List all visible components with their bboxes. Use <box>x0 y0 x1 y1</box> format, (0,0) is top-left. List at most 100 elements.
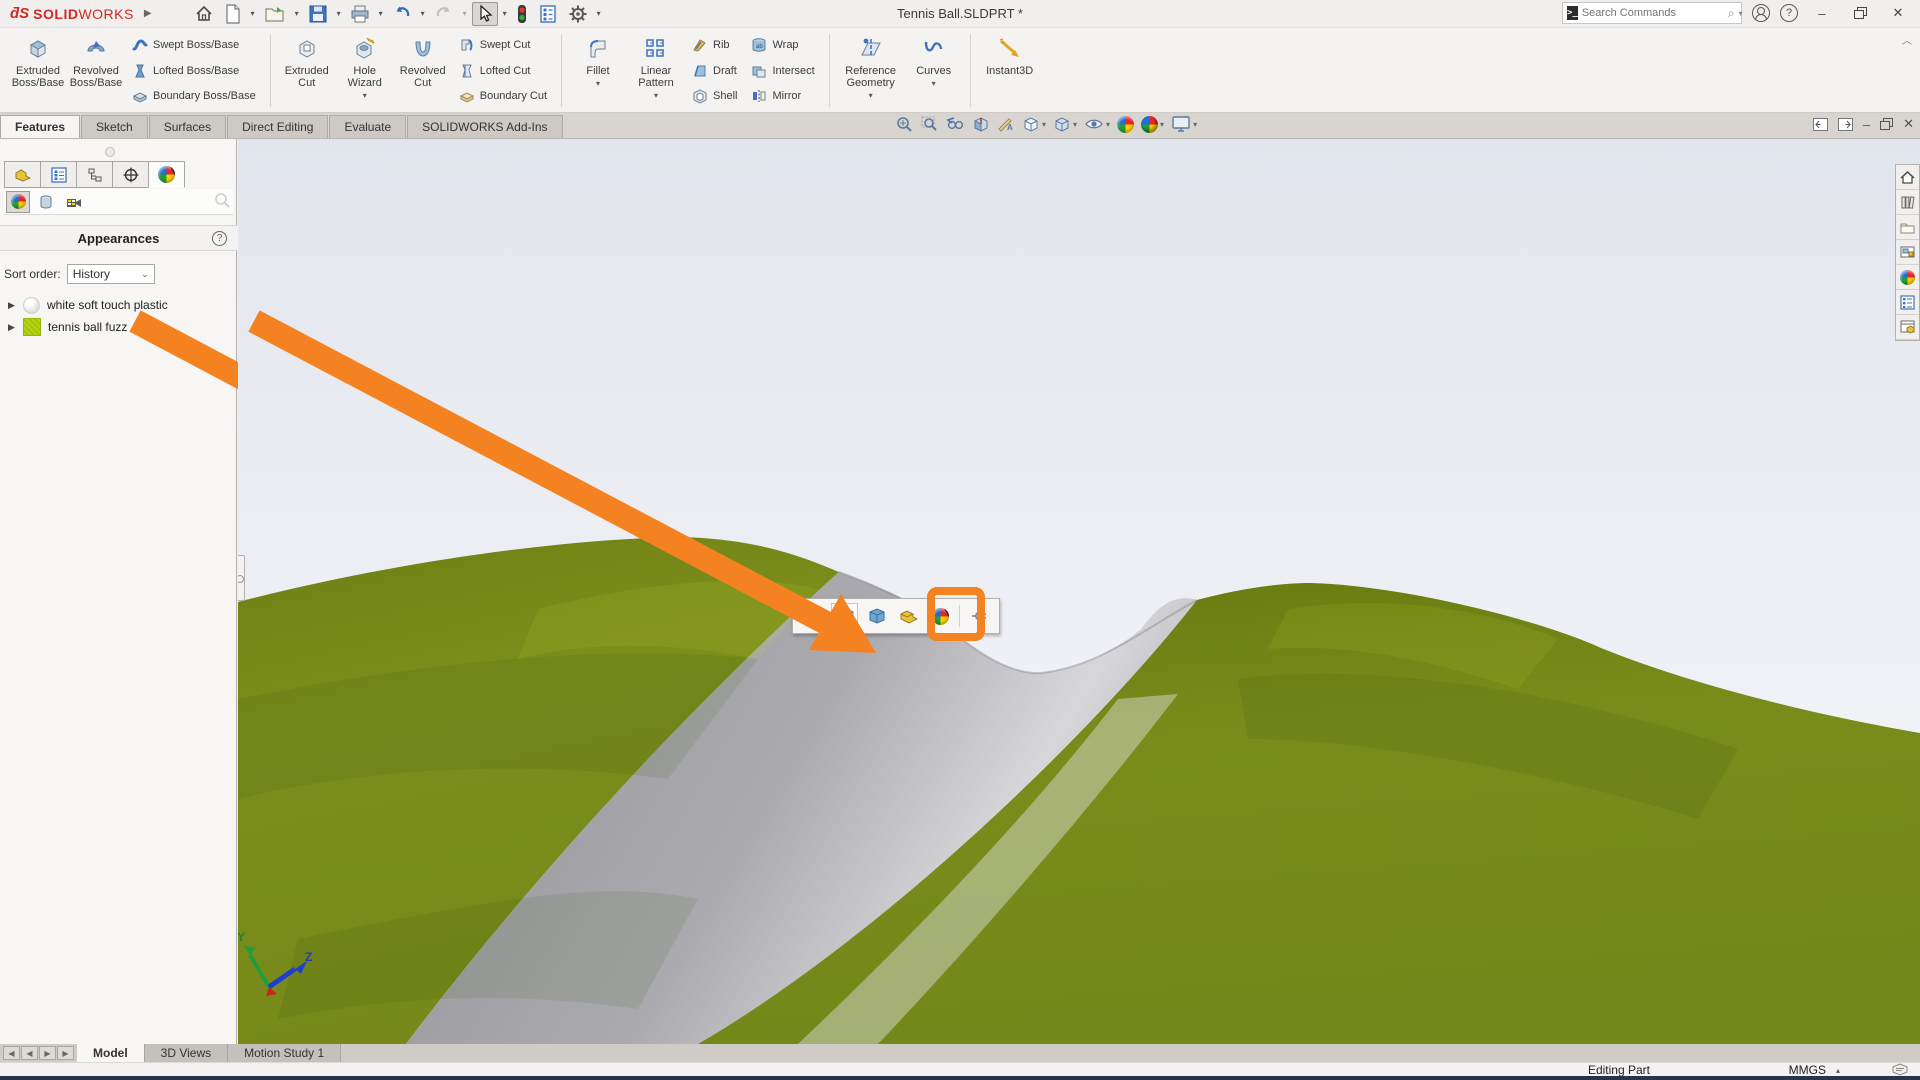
lofted-cut-button[interactable]: Lofted Cut <box>455 61 551 81</box>
options-button[interactable] <box>564 2 592 26</box>
undo-button[interactable] <box>388 2 416 26</box>
expand-arrow-icon[interactable]: ▶ <box>8 300 16 311</box>
hole-wizard-dropdown[interactable]: ▾ <box>363 91 367 100</box>
curves-button[interactable]: Curves ▾ <box>906 31 962 110</box>
solidworks-resources-button[interactable] <box>1896 165 1919 190</box>
instant3d-button[interactable]: Instant3D <box>979 31 1041 110</box>
reference-geometry-button[interactable]: Reference Geometry ▾ <box>838 31 904 110</box>
sort-order-select[interactable]: History ⌄ <box>66 264 155 284</box>
hide-show-dropdown[interactable]: ▾ <box>1106 120 1110 129</box>
apply-scene-dropdown[interactable]: ▾ <box>1160 120 1164 129</box>
rib-button[interactable]: Rib <box>688 35 741 55</box>
restore-button[interactable] <box>1846 3 1874 23</box>
first-tab-button[interactable]: ◀ <box>3 1046 20 1060</box>
apply-to-feature-button[interactable] <box>831 602 858 630</box>
tab-surfaces[interactable]: Surfaces <box>148 115 227 138</box>
tab-3d-views[interactable]: 3D Views <box>144 1044 229 1062</box>
collapse-ribbon-icon[interactable]: ︿ <box>1902 32 1912 47</box>
mirror-button[interactable]: Mirror <box>747 86 818 106</box>
pane-right-icon[interactable] <box>1837 117 1853 131</box>
view-settings-dropdown[interactable]: ▾ <box>1193 120 1197 129</box>
print-dropdown[interactable]: ▾ <box>376 9 386 18</box>
account-icon[interactable] <box>1752 4 1770 22</box>
tab-features[interactable]: Features <box>0 115 81 138</box>
tab-model[interactable]: Model <box>77 1044 145 1062</box>
search-scope-icon[interactable]: >_ <box>1567 6 1578 20</box>
search-icon[interactable]: ⌕ <box>1728 6 1735 21</box>
close-button[interactable]: ✕ <box>1884 3 1912 23</box>
pin-toolbar-button[interactable] <box>965 603 992 630</box>
search-commands-input[interactable] <box>1581 7 1724 19</box>
hide-show-items-button[interactable]: ▾ <box>1084 115 1110 133</box>
print-button[interactable] <box>346 2 374 26</box>
swept-boss-base-button[interactable]: Swept Boss/Base <box>128 35 260 55</box>
swept-cut-button[interactable]: Swept Cut <box>455 35 551 55</box>
edit-appearance-context-button[interactable] <box>927 603 954 630</box>
panel-help-icon[interactable]: ? <box>212 230 227 246</box>
fillet-dropdown[interactable]: ▾ <box>596 79 600 88</box>
view-orientation-dropdown[interactable]: ▾ <box>1042 120 1046 129</box>
tab-display-manager[interactable] <box>148 161 185 188</box>
draft-button[interactable]: Draft <box>688 61 741 81</box>
next-tab-button[interactable]: ▶ <box>39 1046 56 1060</box>
intersect-button[interactable]: Intersect <box>747 61 818 81</box>
appearances-scenes-button[interactable] <box>1896 265 1919 290</box>
units-selector[interactable]: MMGS ▴ <box>1789 1063 1840 1077</box>
tab-sketch[interactable]: Sketch <box>81 115 148 138</box>
status-light-button[interactable] <box>512 2 532 26</box>
view-decals-button[interactable] <box>34 191 58 213</box>
home-button[interactable] <box>190 2 218 26</box>
revolved-cut-button[interactable]: Revolved Cut <box>395 31 451 110</box>
select-tool-button[interactable] <box>471 1 498 26</box>
options-dropdown[interactable]: ▾ <box>594 9 604 18</box>
edit-appearance-button[interactable] <box>1117 115 1135 133</box>
apply-to-body-button[interactable] <box>863 603 890 630</box>
list-item-tennis-ball-fuzz[interactable]: ▶ tennis ball fuzz <box>0 316 237 338</box>
hole-wizard-button[interactable]: Hole Wizard ▾ <box>337 31 393 110</box>
tab-evaluate[interactable]: Evaluate <box>329 115 407 138</box>
prev-tab-button[interactable]: ◀ <box>21 1046 38 1060</box>
view-scene-lights-button[interactable] <box>62 191 86 213</box>
list-item-white-soft-touch-plastic[interactable]: ▶ white soft touch plastic <box>0 294 237 316</box>
new-document-button[interactable] <box>220 2 246 26</box>
redo-button[interactable] <box>430 2 458 26</box>
panel-splitter-handle[interactable] <box>238 555 245 601</box>
lofted-boss-base-button[interactable]: Lofted Boss/Base <box>128 61 260 81</box>
file-explorer-button[interactable] <box>1896 215 1919 240</box>
apply-scene-button[interactable]: ▾ <box>1141 115 1164 133</box>
view-orientation-button[interactable]: ▾ <box>1022 115 1046 133</box>
redo-dropdown[interactable]: ▾ <box>460 9 470 18</box>
save-button[interactable] <box>304 2 332 26</box>
boundary-boss-base-button[interactable]: Boundary Boss/Base <box>128 86 260 106</box>
open-dropdown[interactable]: ▾ <box>292 9 302 18</box>
search-commands-box[interactable]: >_ ⌕ ▾ <box>1562 2 1743 24</box>
minimize-button[interactable]: – <box>1808 3 1836 23</box>
tab-dimxpert-manager[interactable] <box>112 161 149 188</box>
section-view-button[interactable] <box>972 115 990 133</box>
design-library-button[interactable] <box>1896 190 1919 215</box>
tab-direct-editing[interactable]: Direct Editing <box>227 115 329 138</box>
new-document-dropdown[interactable]: ▾ <box>248 9 258 18</box>
revolved-boss-base-button[interactable]: Revolved Boss/Base <box>68 31 124 110</box>
apply-to-part-button[interactable] <box>895 603 922 630</box>
tab-feature-manager[interactable] <box>4 161 41 188</box>
annotation-views-button[interactable]: A <box>997 115 1015 133</box>
panel-grip-handle[interactable] <box>105 147 115 157</box>
wrap-button[interactable]: ab Wrap <box>747 35 818 55</box>
view-palette-button[interactable] <box>1896 240 1919 265</box>
linear-pattern-button[interactable]: Linear Pattern ▾ <box>628 31 684 110</box>
tab-motion-study-1[interactable]: Motion Study 1 <box>228 1044 342 1062</box>
custom-properties-button[interactable] <box>1896 290 1919 315</box>
previous-view-button[interactable] <box>945 115 965 133</box>
zoom-to-fit-button[interactable] <box>895 115 913 133</box>
display-style-button[interactable]: ▾ <box>1053 115 1077 133</box>
fillet-button[interactable]: Fillet ▾ <box>570 31 626 110</box>
shell-button[interactable]: Shell <box>688 86 741 106</box>
tab-property-manager[interactable] <box>40 161 77 188</box>
display-style-dropdown[interactable]: ▾ <box>1073 120 1077 129</box>
apply-to-face-button[interactable] <box>799 603 826 630</box>
boundary-cut-button[interactable]: Boundary Cut <box>455 86 551 106</box>
properties-button[interactable] <box>534 2 562 26</box>
doc-close-button[interactable]: ✕ <box>1903 116 1914 132</box>
pane-left-icon[interactable] <box>1812 117 1828 131</box>
